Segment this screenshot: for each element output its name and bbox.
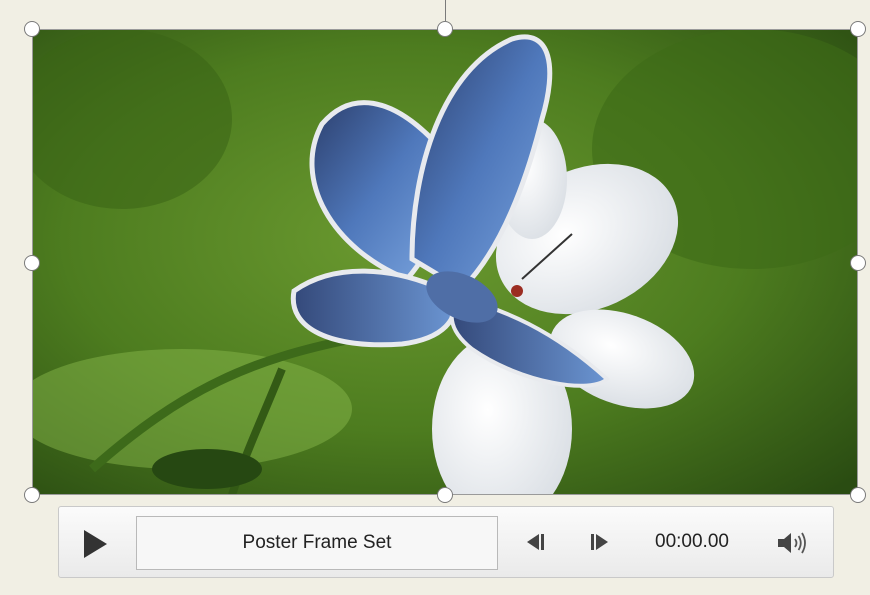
media-controls-bar: Poster Frame Set 00:00.00	[58, 506, 834, 578]
step-back-icon[interactable]	[527, 532, 547, 552]
resize-handle-bottom[interactable]	[437, 487, 453, 503]
step-back-triangle	[527, 534, 539, 550]
resize-handle-top-right[interactable]	[850, 21, 866, 37]
status-text: Poster Frame Set	[242, 532, 392, 553]
step-forward-icon[interactable]	[591, 532, 611, 552]
resize-handle-bottom-left[interactable]	[24, 487, 40, 503]
speaker-glyph	[778, 532, 806, 554]
resize-handle-bottom-right[interactable]	[850, 487, 866, 503]
video-poster-frame[interactable]	[32, 29, 858, 495]
resize-handle-left[interactable]	[24, 255, 40, 271]
step-back-bar	[541, 534, 544, 550]
play-icon[interactable]	[81, 529, 109, 559]
butterfly-poster-image	[32, 29, 858, 495]
resize-handle-top-left[interactable]	[24, 21, 40, 37]
resize-handle-right[interactable]	[850, 255, 866, 271]
step-forward-triangle	[596, 534, 608, 550]
timecode-display: 00:00.00	[655, 531, 729, 552]
rotation-handle-stem[interactable]	[445, 0, 446, 21]
status-display: Poster Frame Set	[136, 516, 498, 570]
speaker-icon[interactable]	[776, 531, 810, 555]
step-forward-bar	[591, 534, 594, 550]
resize-handle-top[interactable]	[437, 21, 453, 37]
